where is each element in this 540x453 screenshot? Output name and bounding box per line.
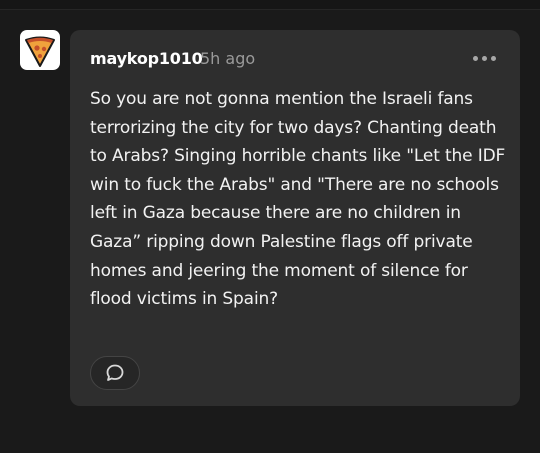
comment-body: So you are not gonna mention the Israeli… bbox=[90, 89, 506, 310]
dot bbox=[473, 56, 478, 61]
comment-card: maykop1010 5h ago So you are not gonna m… bbox=[70, 30, 520, 406]
timestamp[interactable]: 5h ago bbox=[200, 49, 255, 68]
username[interactable]: maykop1010 bbox=[90, 49, 203, 68]
reply-button[interactable] bbox=[90, 356, 140, 390]
speech-bubble-icon bbox=[106, 364, 124, 381]
top-divider bbox=[0, 0, 540, 10]
more-options-icon[interactable] bbox=[473, 56, 496, 61]
pizza-slice-icon bbox=[25, 36, 55, 67]
dot bbox=[491, 56, 496, 61]
avatar[interactable] bbox=[20, 30, 60, 70]
dot bbox=[482, 56, 487, 61]
